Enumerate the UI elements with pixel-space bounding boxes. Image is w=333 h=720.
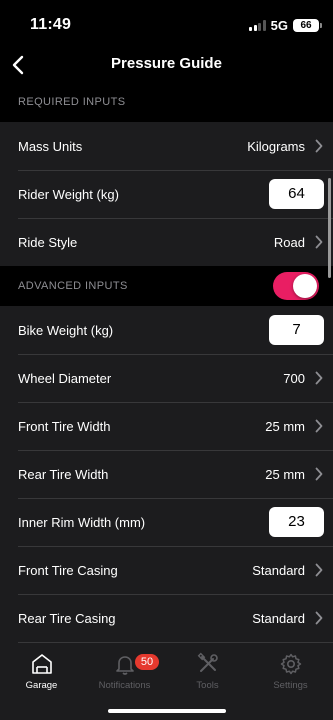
row-label: Inner Rim Width (mm): [18, 514, 146, 530]
notification-badge: 50: [135, 654, 159, 670]
garage-icon: [31, 654, 52, 674]
tab-label: Settings: [273, 680, 308, 691]
rider-weight-row: Rider Weight (kg) 64: [0, 170, 333, 218]
tab-garage[interactable]: Garage: [0, 652, 83, 696]
row-value: 700: [283, 370, 305, 386]
row-value: Kilograms: [247, 138, 305, 154]
row-value: Road: [273, 234, 305, 250]
row-value: 25 mm: [265, 466, 305, 482]
front-tire-casing-row[interactable]: Front Tire Casing Standard: [0, 546, 333, 594]
row-label: Front Tire Casing: [18, 562, 118, 578]
network-type: 5G: [270, 18, 288, 33]
section-header-required: REQUIRED INPUTS: [0, 82, 333, 122]
wheel-diameter-row[interactable]: Wheel Diameter 700: [0, 354, 333, 402]
rear-tire-width-row[interactable]: Rear Tire Width 25 mm: [0, 450, 333, 498]
tab-tools[interactable]: Tools: [166, 652, 249, 696]
inner-rim-width-row: Inner Rim Width (mm) 23: [0, 498, 333, 546]
chevron-right-icon: [315, 235, 323, 249]
section-header-advanced: ADVANCED INPUTS: [0, 266, 333, 306]
gear-icon: [280, 653, 301, 675]
rear-tire-casing-row[interactable]: Rear Tire Casing Standard: [0, 594, 333, 642]
chevron-right-icon: [315, 419, 323, 433]
bike-weight-row: Bike Weight (kg) 7: [0, 306, 333, 354]
ride-style-row[interactable]: Ride Style Road: [0, 218, 333, 266]
status-bar: 11:49 5G 66: [0, 0, 333, 48]
toggle-knob: [293, 274, 317, 298]
battery-icon: 66: [293, 19, 322, 32]
tab-label: Notifications: [98, 680, 151, 691]
row-label: Wheel Diameter: [18, 370, 112, 386]
chevron-right-icon: [315, 563, 323, 577]
page-title: Pressure Guide: [111, 55, 222, 72]
inner-rim-width-input[interactable]: 23: [269, 507, 324, 537]
row-label: Ride Style: [18, 234, 78, 250]
row-label: Mass Units: [18, 138, 83, 154]
settings-list[interactable]: REQUIRED INPUTS Mass Units Kilograms Rid…: [0, 82, 333, 647]
navigation-bar: Pressure Guide: [0, 48, 333, 82]
bike-weight-input[interactable]: 7: [269, 315, 324, 345]
tab-settings[interactable]: Settings: [249, 652, 332, 696]
advanced-inputs-toggle[interactable]: [273, 272, 319, 300]
row-label: Bike Weight (kg): [18, 322, 114, 338]
bell-icon: [115, 656, 134, 675]
home-indicator: [108, 709, 226, 713]
row-value: 25 mm: [265, 418, 305, 434]
tab-label: Garage: [25, 680, 58, 691]
scrollbar[interactable]: [328, 178, 331, 278]
status-time: 11:49: [30, 16, 72, 33]
tools-icon: [197, 652, 218, 672]
row-value: Standard: [252, 562, 305, 578]
rider-weight-input[interactable]: 64: [269, 179, 324, 209]
chevron-right-icon: [315, 139, 323, 153]
tab-label: Tools: [196, 680, 219, 691]
row-label: Rear Tire Casing: [18, 610, 116, 626]
chevron-right-icon: [315, 371, 323, 385]
status-indicators: 5G 66: [249, 18, 322, 33]
mass-units-row[interactable]: Mass Units Kilograms: [0, 122, 333, 170]
row-value: Standard: [252, 610, 305, 626]
tab-notifications[interactable]: 50 Notifications: [83, 652, 166, 696]
front-tire-width-row[interactable]: Front Tire Width 25 mm: [0, 402, 333, 450]
row-label: Rider Weight (kg): [18, 186, 119, 202]
signal-icon: [249, 20, 266, 31]
row-label: Rear Tire Width: [18, 466, 109, 482]
section-title: ADVANCED INPUTS: [18, 280, 128, 292]
chevron-right-icon: [315, 467, 323, 481]
row-label: Front Tire Width: [18, 418, 111, 434]
chevron-right-icon: [315, 611, 323, 625]
